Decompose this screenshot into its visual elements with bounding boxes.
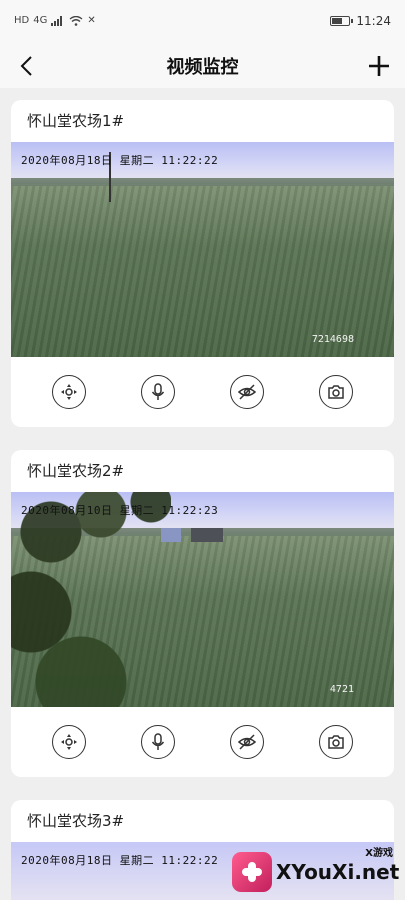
video-timestamp: 2020年08月18日 星期二 11:22:22	[21, 154, 219, 167]
page-title: 视频监控	[166, 57, 239, 78]
privacy-button[interactable]	[229, 725, 264, 759]
site-watermark: X游戏 XYouXi.net	[232, 844, 400, 892]
video-timestamp: 2020年08月18日 星期二 11:22:22	[21, 854, 219, 867]
camera-title: 怀山堂农场3#	[27, 812, 125, 830]
video-camera-id: 4721	[329, 684, 354, 695]
snapshot-button[interactable]	[318, 375, 353, 409]
ptz-direction-icon	[61, 734, 78, 750]
wifi-icon	[69, 15, 83, 26]
camera-controls	[11, 707, 394, 777]
camera-title: 怀山堂农场1#	[27, 112, 125, 130]
status-bar: HD 4G ✕ 11:24	[0, 0, 405, 44]
watermark-tag: X游戏	[365, 848, 393, 859]
privacy-button[interactable]	[229, 375, 264, 409]
camera-title: 怀山堂农场2#	[27, 462, 125, 480]
hd-icon: HD	[14, 15, 30, 26]
snapshot-button[interactable]	[318, 725, 353, 759]
microphone-icon	[152, 733, 165, 750]
status-time: 11:24	[356, 14, 391, 28]
camera-card: 怀山堂农场1# 2020年08月18日 星期二 11:22:22 7214698	[11, 100, 394, 427]
camera-icon	[327, 385, 344, 399]
signal-icon	[51, 15, 63, 26]
foreground-tree	[11, 492, 171, 707]
ptz-button[interactable]	[52, 375, 87, 409]
add-icon[interactable]	[363, 50, 395, 82]
video-timestamp: 2020年08月10日 星期二 11:22:23	[21, 504, 219, 517]
camera-card: 怀山堂农场2# 2020年08月10日 星期二 11:22:23 4721	[11, 450, 394, 777]
microphone-icon	[152, 383, 165, 400]
farm-building	[191, 528, 223, 542]
camera-icon	[327, 735, 344, 749]
video-camera-id: 7214698	[311, 334, 354, 345]
watermark-brand: XYouXi.net	[276, 860, 400, 884]
battery-icon	[330, 16, 354, 26]
camera-controls	[11, 357, 394, 427]
microphone-button[interactable]	[141, 725, 176, 759]
eye-hidden-icon	[237, 384, 257, 400]
top-nav: 视频监控	[0, 44, 405, 88]
network-type: 4G	[33, 15, 48, 26]
nfc-icon: ✕	[87, 15, 96, 26]
gamepad-logo-icon	[232, 852, 272, 892]
video-feed[interactable]: 2020年08月18日 星期二 11:22:22 7214698	[11, 142, 394, 357]
video-feed[interactable]: 2020年08月10日 星期二 11:22:23 4721	[11, 492, 394, 707]
ptz-button[interactable]	[52, 725, 87, 759]
ptz-direction-icon	[61, 384, 78, 400]
microphone-button[interactable]	[141, 375, 176, 409]
eye-hidden-icon	[237, 734, 257, 750]
back-arrow-icon[interactable]	[12, 50, 44, 82]
